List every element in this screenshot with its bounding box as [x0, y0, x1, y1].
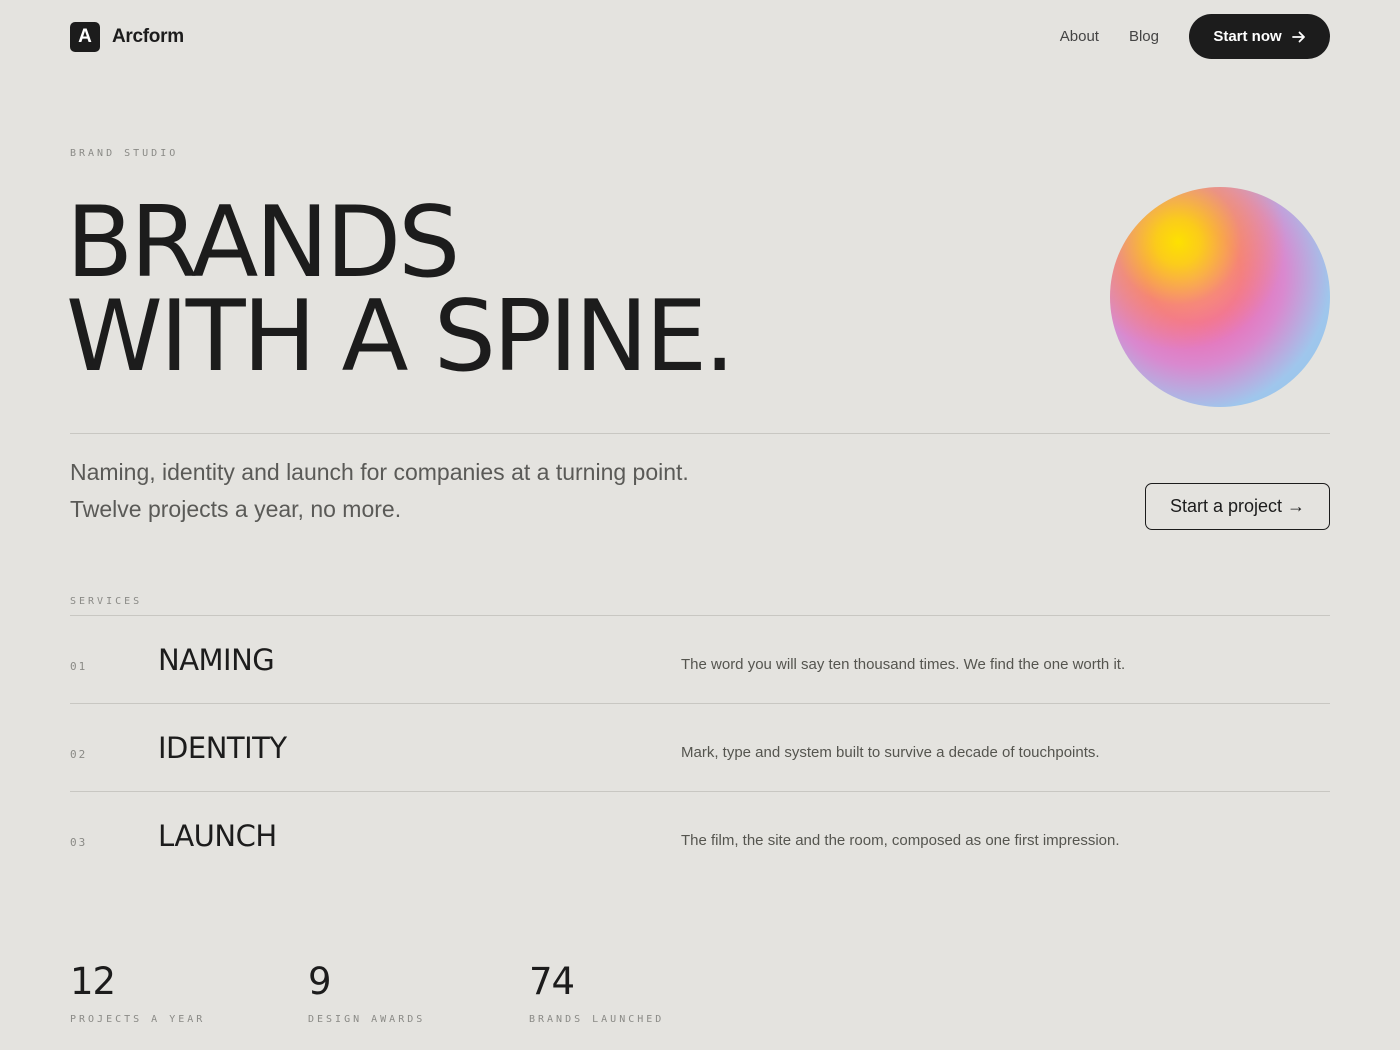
service-row-naming[interactable]: 01 NAMING The word you will say ten thou…	[70, 615, 1330, 703]
headline-line-1: BRANDS	[66, 186, 460, 300]
service-title: IDENTITY	[158, 731, 287, 765]
hero-intro: Naming, identity and launch for companie…	[70, 454, 870, 528]
nav-links: About Blog Start now	[1060, 14, 1330, 59]
stat-value: 12	[70, 960, 116, 1003]
hero-divider	[70, 433, 1330, 434]
start-now-button[interactable]: Start now	[1189, 14, 1330, 59]
stat-value: 9	[308, 960, 332, 1003]
stat-value: 74	[529, 960, 575, 1003]
service-description: Mark, type and system built to survive a…	[681, 744, 1100, 761]
stat-label: PROJECTS A YEAR	[70, 1014, 206, 1025]
service-description: The word you will say ten thousand times…	[681, 656, 1126, 673]
stat-label: BRANDS LAUNCHED	[529, 1014, 665, 1025]
service-title: LAUNCH	[158, 819, 277, 853]
brand-name[interactable]: Arcform	[112, 26, 184, 48]
headline-line-2: WITH A SPINE.	[66, 280, 735, 394]
intro-line-1: Naming, identity and launch for companie…	[70, 459, 689, 485]
start-now-label: Start now	[1213, 28, 1282, 45]
nav-link-about[interactable]: About	[1060, 28, 1099, 45]
stat-brands: 74 BRANDS LAUNCHED	[529, 960, 664, 1025]
service-row-identity[interactable]: 02 IDENTITY Mark, type and system built …	[70, 703, 1330, 791]
arrow-right-icon	[1291, 31, 1305, 42]
stat-awards: 9 DESIGN AWARDS	[308, 960, 425, 1025]
service-title: NAMING	[158, 643, 275, 677]
stat-projects: 12 PROJECTS A YEAR	[70, 960, 205, 1025]
service-number: 02	[70, 748, 88, 761]
service-number: 01	[70, 660, 88, 673]
nav-link-blog[interactable]: Blog	[1129, 28, 1159, 45]
intro-line-2: Twelve projects a year, no more.	[70, 496, 402, 522]
services-label: SERVICES	[70, 596, 143, 607]
logo-mark[interactable]: A	[70, 21, 100, 52]
service-number: 03	[70, 836, 88, 849]
hero-eyebrow: BRAND STUDIO	[70, 148, 179, 159]
service-description: The film, the site and the room, compose…	[681, 832, 1120, 849]
hero-headline: BRANDS WITH A SPINE.	[66, 186, 735, 394]
stat-label: DESIGN AWARDS	[308, 1014, 426, 1025]
top-nav: A Arcform About Blog Start now	[70, 14, 1330, 59]
brand[interactable]: A Arcform	[70, 21, 184, 52]
start-project-button[interactable]: Start a project →	[1145, 483, 1330, 530]
service-row-launch[interactable]: 03 LAUNCH The film, the site and the roo…	[70, 791, 1330, 879]
gradient-orb	[1110, 187, 1330, 407]
services-list: 01 NAMING The word you will say ten thou…	[70, 615, 1330, 879]
